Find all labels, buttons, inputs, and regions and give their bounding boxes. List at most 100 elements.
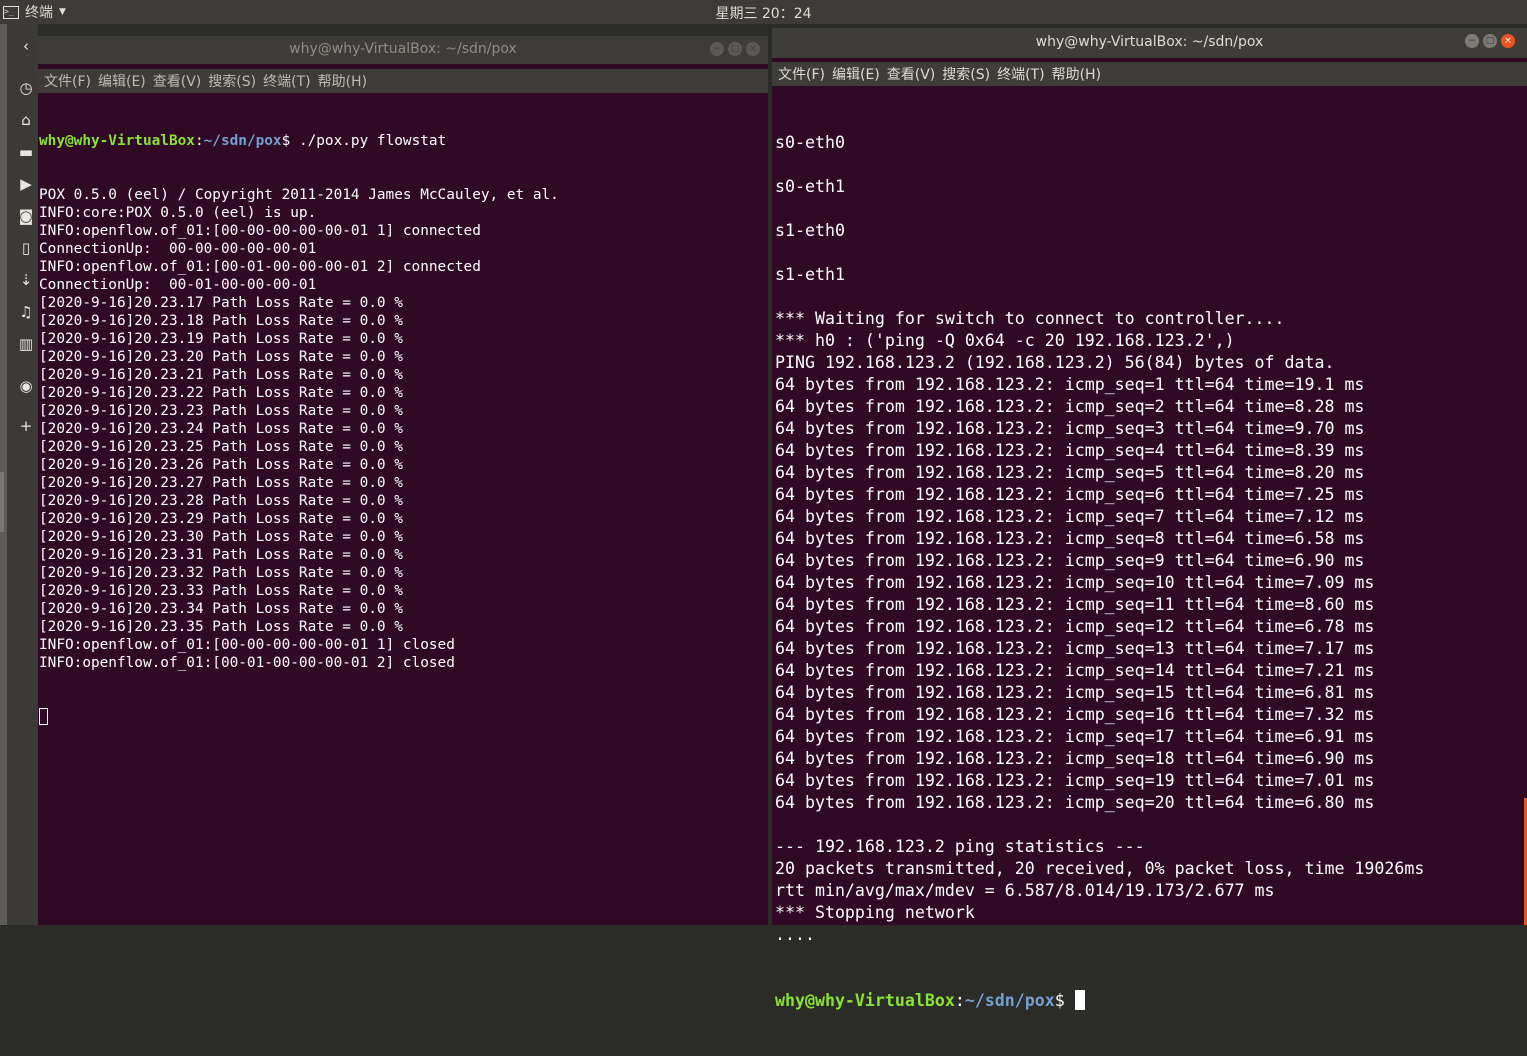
clock-icon[interactable]: ◷: [12, 76, 40, 100]
output-line: [2020-9-16]20.23.28 Path Loss Rate = 0.0…: [39, 493, 403, 509]
output-line: [2020-9-16]20.23.17 Path Loss Rate = 0.0…: [39, 295, 403, 311]
output-line: [2020-9-16]20.23.34 Path Loss Rate = 0.0…: [39, 601, 403, 617]
window-titlebar[interactable]: why@why-VirtualBox: ~/sdn/pox − □ ×: [38, 36, 768, 64]
menu-file[interactable]: 文件(F): [778, 64, 825, 84]
cursor-line: [39, 708, 766, 726]
folder-icon[interactable]: ▬: [12, 140, 40, 164]
caret-down-icon: ▼: [59, 7, 66, 17]
output-line: 64 bytes from 192.168.123.2: icmp_seq=3 …: [775, 419, 1365, 438]
menu-terminal[interactable]: 终端(T): [997, 64, 1044, 84]
top-panel: >_ 终端 ▼ 星期三 20：24: [0, 0, 1527, 24]
output-line: 64 bytes from 192.168.123.2: icmp_seq=19…: [775, 771, 1375, 790]
menubar: 文件(F) 编辑(E) 查看(V) 搜索(S) 终端(T) 帮助(H): [38, 69, 768, 93]
add-icon[interactable]: +: [12, 414, 40, 438]
terminal-output[interactable]: s0-eth0 s0-eth1 s1-eth0 s1-eth1 *** Waiting …: [775, 88, 1525, 1010]
clock[interactable]: 星期三 20：24: [715, 6, 811, 22]
camera-icon[interactable]: ◙: [12, 204, 40, 228]
output-line: [2020-9-16]20.23.29 Path Loss Rate = 0.0…: [39, 511, 403, 527]
close-button[interactable]: ×: [746, 42, 760, 56]
prompt-line: why@why-VirtualBox:~/sdn/pox$ ./pox.py f…: [39, 132, 766, 150]
output-line: [2020-9-16]20.23.31 Path Loss Rate = 0.0…: [39, 547, 403, 563]
output-line: 64 bytes from 192.168.123.2: icmp_seq=20…: [775, 793, 1375, 812]
output-line: --- 192.168.123.2 ping statistics ---: [775, 837, 1145, 856]
maximize-button[interactable]: □: [728, 42, 742, 56]
text-cursor: [1074, 990, 1085, 1010]
output-line: ConnectionUp: 00-00-00-00-00-01: [39, 241, 317, 257]
prompt-path: ~/sdn/pox: [203, 133, 282, 149]
terminal-output[interactable]: why@why-VirtualBox:~/sdn/pox$ ./pox.py f…: [39, 96, 766, 925]
prompt-path: ~/sdn/pox: [964, 991, 1055, 1010]
minimize-button[interactable]: −: [710, 42, 724, 56]
prompt-separator: :: [954, 991, 965, 1010]
output-line: [2020-9-16]20.23.20 Path Loss Rate = 0.0…: [39, 349, 403, 365]
output-line: [2020-9-16]20.23.35 Path Loss Rate = 0.0…: [39, 619, 403, 635]
disc-icon[interactable]: ◉: [12, 374, 40, 398]
output-line: *** h0 : ('ping -Q 0x64 -c 20 192.168.12…: [775, 331, 1235, 350]
output-line: rtt min/avg/max/mdev = 6.587/8.014/19.17…: [775, 881, 1275, 900]
video-icon[interactable]: ▶: [12, 172, 40, 196]
menu-help[interactable]: 帮助(H): [318, 71, 367, 91]
menu-search[interactable]: 搜索(S): [942, 64, 990, 84]
terminal-window-right[interactable]: why@why-VirtualBox: ~/sdn/pox − □ × 文件(F…: [772, 28, 1527, 1010]
output-line: INFO:openflow.of_01:[00-00-00-00-00-01 1…: [39, 223, 481, 239]
output-line: 64 bytes from 192.168.123.2: icmp_seq=9 …: [775, 551, 1365, 570]
output-line: 64 bytes from 192.168.123.2: icmp_seq=8 …: [775, 529, 1365, 548]
output-line: [2020-9-16]20.23.33 Path Loss Rate = 0.0…: [39, 583, 403, 599]
back-chevron-icon[interactable]: ‹: [12, 34, 40, 58]
prompt-user: why@why-VirtualBox: [775, 991, 955, 1010]
output-line: 64 bytes from 192.168.123.2: icmp_seq=15…: [775, 683, 1375, 702]
output-line: 64 bytes from 192.168.123.2: icmp_seq=2 …: [775, 397, 1365, 416]
output-line: s1-eth0: [775, 221, 845, 240]
menu-terminal[interactable]: 终端(T): [263, 71, 310, 91]
output-line: 64 bytes from 192.168.123.2: icmp_seq=6 …: [775, 485, 1365, 504]
output-line: 64 bytes from 192.168.123.2: icmp_seq=12…: [775, 617, 1375, 636]
menu-file[interactable]: 文件(F): [44, 71, 91, 91]
launcher-active-indicator: [0, 472, 4, 532]
menu-search[interactable]: 搜索(S): [208, 71, 256, 91]
output-line: [2020-9-16]20.23.18 Path Loss Rate = 0.0…: [39, 313, 403, 329]
output-line: 64 bytes from 192.168.123.2: icmp_seq=4 …: [775, 441, 1365, 460]
output-line: [2020-9-16]20.23.19 Path Loss Rate = 0.0…: [39, 331, 403, 347]
close-button[interactable]: ×: [1501, 34, 1515, 48]
output-line: [2020-9-16]20.23.30 Path Loss Rate = 0.0…: [39, 529, 403, 545]
menu-view[interactable]: 查看(V): [153, 71, 202, 91]
download-icon[interactable]: ⇣: [12, 268, 40, 292]
output-line: 64 bytes from 192.168.123.2: icmp_seq=10…: [775, 573, 1375, 592]
music-icon[interactable]: ♫: [12, 300, 40, 324]
output-line: INFO:openflow.of_01:[00-01-00-00-00-01 2…: [39, 259, 481, 275]
output-line: s1-eth1: [775, 265, 845, 284]
output-line: PING 192.168.123.2 (192.168.123.2) 56(84…: [775, 353, 1335, 372]
output-line: 64 bytes from 192.168.123.2: icmp_seq=1 …: [775, 375, 1365, 394]
output-line: 64 bytes from 192.168.123.2: icmp_seq=5 …: [775, 463, 1365, 482]
output-line: POX 0.5.0 (eel) / Copyright 2011-2014 Ja…: [39, 187, 559, 203]
output-line: INFO:openflow.of_01:[00-00-00-00-00-01 1…: [39, 637, 455, 653]
terminal-window-left[interactable]: why@why-VirtualBox: ~/sdn/pox − □ × 文件(F…: [38, 36, 768, 925]
menu-help[interactable]: 帮助(H): [1052, 64, 1101, 84]
launcher: ‹ ◷ ⌂ ▬ ▶ ◙ ▯ ⇣ ♫ ▥ ◉ +: [0, 24, 38, 925]
output-line: 64 bytes from 192.168.123.2: icmp_seq=11…: [775, 595, 1375, 614]
output-line: [2020-9-16]20.23.21 Path Loss Rate = 0.0…: [39, 367, 403, 383]
window-titlebar[interactable]: why@why-VirtualBox: ~/sdn/pox − □ ×: [772, 28, 1527, 58]
output-line: [2020-9-16]20.23.24 Path Loss Rate = 0.0…: [39, 421, 403, 437]
output-line: [2020-9-16]20.23.22 Path Loss Rate = 0.0…: [39, 385, 403, 401]
home-icon[interactable]: ⌂: [12, 108, 40, 132]
output-line: [2020-9-16]20.23.26 Path Loss Rate = 0.0…: [39, 457, 403, 473]
app-menu[interactable]: >_ 终端 ▼: [0, 0, 66, 24]
output-lines: s0-eth0 s0-eth1 s1-eth0 s1-eth1 *** Waiting …: [775, 132, 1525, 946]
menu-edit[interactable]: 编辑(E): [832, 64, 880, 84]
trash-icon[interactable]: ▥: [12, 332, 40, 356]
prompt-dollar: $: [1054, 991, 1075, 1010]
output-line: [2020-9-16]20.23.25 Path Loss Rate = 0.0…: [39, 439, 403, 455]
output-line: [2020-9-16]20.23.23 Path Loss Rate = 0.0…: [39, 403, 403, 419]
text-cursor: [39, 708, 48, 725]
menu-view[interactable]: 查看(V): [887, 64, 936, 84]
prompt-dollar: $: [281, 133, 299, 149]
menu-edit[interactable]: 编辑(E): [98, 71, 146, 91]
document-icon[interactable]: ▯: [12, 236, 40, 260]
menubar: 文件(F) 编辑(E) 查看(V) 搜索(S) 终端(T) 帮助(H): [772, 62, 1527, 86]
maximize-button[interactable]: □: [1483, 34, 1497, 48]
output-line: ....: [775, 925, 815, 944]
minimize-button[interactable]: −: [1465, 34, 1479, 48]
